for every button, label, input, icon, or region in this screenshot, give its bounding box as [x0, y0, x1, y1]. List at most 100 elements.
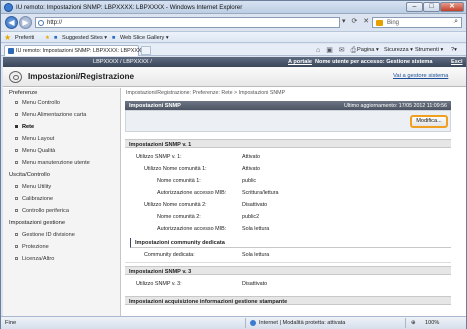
sidebar-item-controllo-periferica[interactable]: Controllo periferica [15, 208, 119, 214]
help-icon[interactable]: ?▾ [451, 47, 457, 53]
status-separator [405, 318, 406, 328]
suggested-sites-icon: ■ [54, 34, 58, 41]
security-zone[interactable]: Internet | Modalità protetta: attivata [259, 320, 345, 326]
edit-button[interactable]: Modifica... [410, 115, 448, 128]
zoom-icon[interactable]: ⊕ [411, 320, 416, 326]
close-button[interactable]: ✕ [440, 2, 464, 12]
new-tab-button[interactable] [141, 46, 151, 55]
refresh-icon[interactable]: ⟳ [351, 18, 357, 25]
bing-logo-icon [376, 20, 383, 26]
home-icon[interactable]: ⌂ [316, 47, 320, 54]
sidebar-item-rete[interactable]: Rete [15, 124, 119, 130]
favorites-button[interactable]: Preferiti [15, 35, 34, 41]
search-icon[interactable]: ⌕ [454, 18, 458, 26]
community-dedicated-title: Impostazioni community dedicata [135, 240, 225, 246]
remote-ui-topbar: LBPXXXX / LBPXXXX / A portale Nome utent… [3, 57, 466, 67]
community2-name-label: Nome comunità 2: [157, 214, 201, 220]
sicurezza-menu[interactable]: Sicurezza ▾ [384, 47, 413, 53]
page-header: Impostazioni/Registrazione Vai a gestore… [3, 67, 466, 87]
address-bar[interactable]: http:// [35, 17, 340, 28]
window-title: IU remoto: Impostazioni SNMP: LBPXXXX: L… [16, 4, 243, 11]
snmp-v1-enable-label: Utilizzo SNMP v. 1: [136, 154, 182, 160]
sidebar-item-protezione[interactable]: Protezione [15, 244, 119, 250]
compatibility-icon[interactable]: ▾ [342, 18, 346, 25]
feeds-icon[interactable]: ▣ [326, 47, 333, 54]
mgmt-info-title: Impostazioni acquisizione informazioni g… [129, 298, 288, 305]
status-separator [245, 318, 246, 328]
sidebar-item-menu-utility[interactable]: Menu Utility [15, 184, 119, 190]
page-icon [38, 20, 44, 26]
sidebar-item-gestione-id[interactable]: Gestione ID divisione [15, 232, 119, 238]
mail-icon[interactable]: ✉ [339, 47, 345, 54]
status-text: Fine [5, 320, 17, 326]
maximize-button[interactable]: □ [423, 2, 440, 12]
favorites-bar: ★ Preferiti ★ ■ Suggested Sites ▾ ■ Web … [1, 31, 466, 43]
web-slice-gallery-link[interactable]: Web Slice Gallery ▾ [120, 35, 169, 41]
section-title: Impostazioni SNMP [129, 102, 181, 109]
sidebar-item-calibrazione[interactable]: Calibrazione [15, 196, 119, 202]
snmp-v3-enable-value: Disattivato [242, 281, 268, 287]
page-title: Impostazioni/Registrazione [28, 72, 134, 81]
community2-enable-label: Utilizzo Nome comunità 2: [144, 202, 207, 208]
address-row: ◀ ▶ http:// ▾ ⟳ ✕ Bing ⌕ [1, 15, 466, 30]
sidebar-item-licenza[interactable]: Licenza/Altro [15, 256, 119, 262]
address-url: http:// [47, 19, 63, 26]
community1-mib-label: Autorizzazione accesso MIB: [157, 190, 227, 196]
login-user: Nome utente per accesso: Gestione sistem… [315, 59, 433, 65]
sidebar-item-menu-layout[interactable]: Menu Layout [15, 136, 119, 142]
suggested-sites-link[interactable]: Suggested Sites ▾ [62, 35, 107, 41]
strumenti-menu[interactable]: Strumenti ▾ [415, 47, 443, 53]
tab-current[interactable]: IU remoto: Impostazioni SNMP: LBPXXXX: L… [4, 45, 145, 56]
main-pane: Impostazioni/Registrazione: Preferenze: … [122, 88, 466, 316]
community2-enable-value: Disattivato [242, 202, 268, 208]
web-slice-icon: ■ [112, 34, 116, 41]
stop-icon[interactable]: ✕ [363, 18, 369, 25]
system-manager-link[interactable]: Vai a gestore sistema [393, 73, 448, 79]
portal-link[interactable]: A portale [288, 59, 312, 65]
divider [125, 262, 451, 263]
internet-zone-icon [250, 320, 256, 326]
sidebar-heading-output: Uscita/Controllo [9, 172, 50, 178]
button-area: Modifica... [125, 110, 451, 132]
mgmt-info-header: Impostazioni acquisizione informazioni g… [125, 296, 451, 305]
community-dedicated-header: Impostazioni community dedicata [130, 238, 451, 248]
community1-name-value: public [242, 178, 257, 184]
sidebar-item-menu-manutenzione[interactable]: Menu manutenzione utente [15, 160, 119, 166]
community-dedicated-value: Sola lettura [242, 252, 270, 258]
search-box[interactable]: Bing ⌕ [372, 17, 462, 28]
back-button[interactable]: ◀ [5, 16, 18, 29]
tab-favicon-icon [8, 48, 14, 54]
community2-mib-value: Sola lettura [242, 226, 270, 232]
page-content: LBPXXXX / LBPXXXX / A portale Nome utent… [3, 57, 466, 316]
snmp-v1-header: Impostazioni SNMP v. 1 [125, 139, 451, 148]
sidebar-item-menu-alimentazione[interactable]: Menu Alimentazione carta [15, 112, 119, 118]
community2-mib-label: Autorizzazione accesso MIB: [157, 226, 227, 232]
community1-mib-value: Scrittura/lettura [242, 190, 279, 196]
settings-icon [9, 71, 22, 83]
forward-button[interactable]: ▶ [19, 16, 32, 29]
community1-enable-value: Attivato [242, 166, 260, 172]
snmp-v3-enable-label: Utilizzo SNMP v. 3: [136, 281, 182, 287]
sidebar-item-menu-qualita[interactable]: Menu Qualità [15, 148, 119, 154]
status-bar: Fine Internet | Modalità protetta: attiv… [1, 316, 466, 329]
add-favorite-icon[interactable]: ★ [45, 35, 50, 41]
snmp-v3-header: Impostazioni SNMP v. 3 [125, 266, 451, 275]
sidebar-item-menu-controllo[interactable]: Menu Controllo [15, 100, 119, 106]
ie-logo-icon [4, 3, 13, 12]
snmp-v1-enable-value: Attivato [242, 154, 260, 160]
breadcrumb: Impostazioni/Registrazione: Preferenze: … [126, 90, 286, 96]
section-bar: Impostazioni SNMP Ultimo aggiornamento: … [125, 101, 451, 110]
title-bar: IU remoto: Impostazioni SNMP: LBPXXXX: L… [1, 1, 466, 14]
printer-model: LBPXXXX / LBPXXXX / [93, 59, 152, 65]
print-icon[interactable]: ⎙ [351, 47, 357, 54]
pagina-menu[interactable]: Pagina ▾ [357, 47, 379, 53]
sidebar-heading-preferences: Preferenze [9, 90, 38, 96]
minimize-button[interactable]: – [406, 2, 423, 12]
community1-enable-label: Utilizzo Nome comunità 1: [144, 166, 207, 172]
sidebar: Preferenze Menu Controllo Menu Alimentaz… [3, 88, 121, 316]
address-tools[interactable]: ▾ ⟳ ✕ [342, 17, 369, 25]
favorites-star-icon[interactable]: ★ [4, 33, 11, 42]
zoom-level[interactable]: 100% [425, 320, 439, 326]
search-engine-label: Bing [387, 19, 400, 26]
logout-link[interactable]: Esci [451, 59, 463, 65]
